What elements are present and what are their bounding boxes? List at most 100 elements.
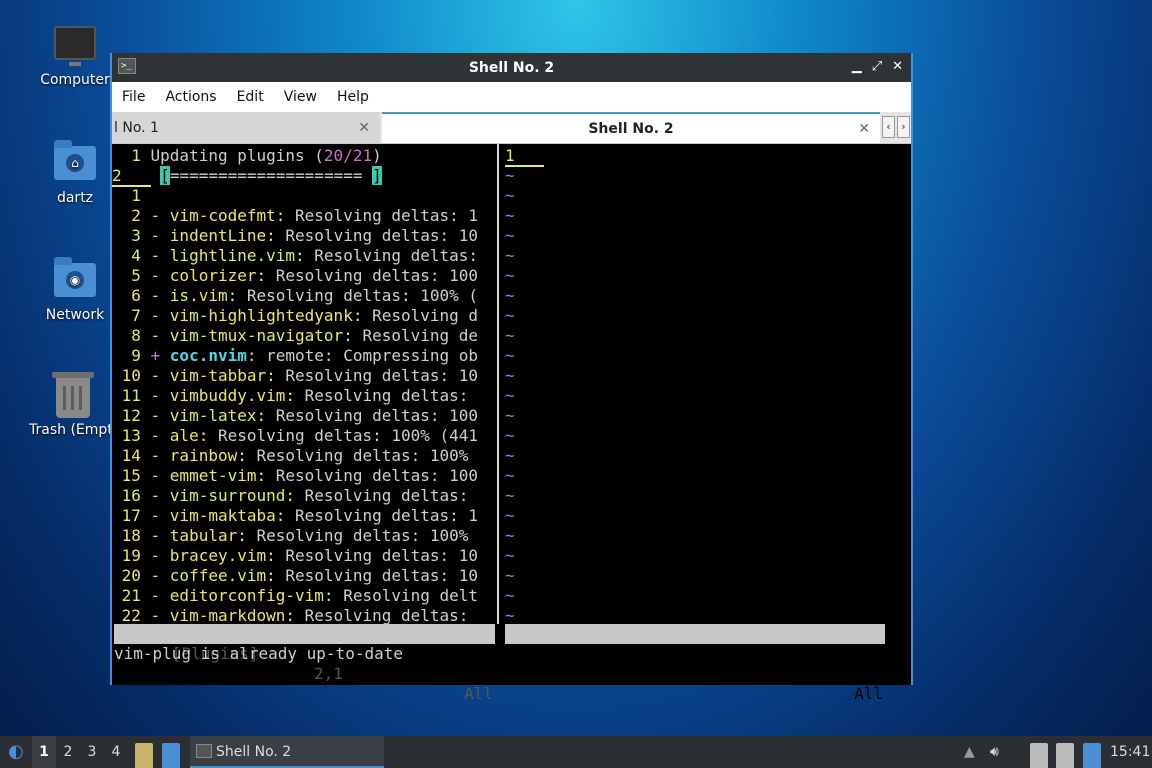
status-position: 0,0-1 <box>705 664 754 683</box>
vim-plugin-line: 7 - vim-highlightedyank: Resolving d <box>112 306 479 325</box>
terminal-area[interactable]: 1 Updating plugins (20/21) 2 [==========… <box>112 144 911 703</box>
menu-bar: File Actions Edit View Help <box>112 82 911 112</box>
tab-shell-2[interactable]: Shell No. 2 ✕ <box>382 112 880 143</box>
vim-empty-line-tilde: ~ <box>505 226 515 245</box>
computer-icon <box>53 22 97 66</box>
vim-empty-line-tilde: ~ <box>505 266 515 285</box>
close-tab-icon[interactable]: ✕ <box>358 120 370 136</box>
vim-empty-line-tilde: ~ <box>505 606 515 625</box>
vim-empty-line-tilde: ~ <box>505 186 515 205</box>
vim-plugin-line: 19 - bracey.vim: Resolving deltas: 10 <box>112 546 479 565</box>
status-filename: [No Name] <box>562 644 650 663</box>
file-manager-icon[interactable] <box>135 743 153 768</box>
window-titlebar[interactable]: >_ Shell No. 2 ▁ ⤢ ✕ <box>112 53 911 82</box>
vim-plugin-line: 21 - editorconfig-vim: Resolving delt <box>112 586 479 605</box>
vim-line-progress: 2 [==================== ] <box>112 166 382 187</box>
status-scroll: All <box>854 684 883 703</box>
vim-plugin-line: 4 - lightline.vim: Resolving deltas: <box>112 246 479 265</box>
tab-label: l No. 1 <box>114 119 159 136</box>
close-tab-icon[interactable]: ✕ <box>858 121 870 137</box>
menu-view[interactable]: View <box>284 89 317 105</box>
vim-empty-line-tilde: ~ <box>505 246 515 265</box>
volume-icon[interactable]: 🔊︎ <box>990 736 999 768</box>
taskbar-window-button[interactable]: Shell No. 2 <box>190 736 384 768</box>
vim-plugin-line: 16 - vim-surround: Resolving deltas: <box>112 486 469 505</box>
show-desktop-icon[interactable] <box>162 743 180 768</box>
menu-edit[interactable]: Edit <box>237 89 264 105</box>
window-controls: ▁ ⤢ ✕ <box>852 59 903 74</box>
vim-empty-line-tilde: ~ <box>505 506 515 525</box>
menu-actions[interactable]: Actions <box>165 89 216 105</box>
maximize-icon[interactable]: ⤢ <box>872 59 882 74</box>
vim-plugin-line: 13 - ale: Resolving deltas: 100% (441 <box>112 426 479 445</box>
taskbar: ◐ 1 2 3 4 Shell No. 2 ▲ 🔊︎ 15:41 <box>0 736 1152 768</box>
vim-plugin-line: 5 - colorizer: Resolving deltas: 100 <box>112 266 479 285</box>
tab-label: Shell No. 2 <box>588 120 674 137</box>
tray-up-icon[interactable]: ▲ <box>964 736 975 768</box>
vim-plugin-line: 20 - coffee.vim: Resolving deltas: 10 <box>112 566 479 585</box>
trash-icon <box>51 372 95 418</box>
vim-empty-line-tilde: ~ <box>505 286 515 305</box>
tab-scroll-left-icon[interactable]: ‹ <box>882 116 895 138</box>
vim-plugin-line: 8 - vim-tmux-navigator: Resolving de <box>112 326 479 345</box>
vim-plugin-line: 18 - tabular: Resolving deltas: 100% <box>112 526 469 545</box>
workspace-4[interactable]: 4 <box>104 736 128 768</box>
clipboard-icon[interactable] <box>1030 743 1048 768</box>
vim-empty-line-tilde: ~ <box>505 346 515 365</box>
workspace-2[interactable]: 2 <box>56 736 80 768</box>
vim-empty-line-tilde: ~ <box>505 526 515 545</box>
tab-bar: l No. 1 ✕ Shell No. 2 ✕ ‹ › <box>112 112 911 144</box>
close-icon[interactable]: ✕ <box>892 59 903 74</box>
workspace-1[interactable]: 1 <box>32 736 56 768</box>
vim-empty-line-tilde: ~ <box>505 566 515 585</box>
vim-empty-line-tilde: ~ <box>505 586 515 605</box>
clock[interactable]: 15:41 <box>1110 736 1150 768</box>
minimize-icon[interactable]: ▁ <box>852 59 862 74</box>
taskbar-window-label: Shell No. 2 <box>216 744 292 760</box>
vim-plugin-line: 3 - indentLine: Resolving deltas: 10 <box>112 226 479 245</box>
notification-icon[interactable] <box>1083 743 1101 768</box>
network-icon[interactable] <box>1056 743 1074 768</box>
vim-plugin-line: 14 - rainbow: Resolving deltas: 100% <box>112 446 469 465</box>
terminal-app-icon <box>196 744 212 758</box>
terminal-app-icon[interactable]: >_ <box>118 58 136 74</box>
desktop-icon-label: Trash (Empty) <box>29 422 113 438</box>
vim-plugin-line: 10 - vim-tabbar: Resolving deltas: 10 <box>112 366 479 385</box>
terminal-window: >_ Shell No. 2 ▁ ⤢ ✕ File Actions Edit V… <box>110 53 913 703</box>
vim-plugin-line: 2 - vim-codefmt: Resolving deltas: 1 <box>112 206 479 225</box>
start-menu-icon[interactable]: ◐ <box>4 736 28 768</box>
vim-empty-line-tilde: ~ <box>505 386 515 405</box>
vim-right-line-1: 1 <box>505 146 544 167</box>
tab-scroll-right-icon[interactable]: › <box>897 116 910 138</box>
vim-plugin-line: 11 - vimbuddy.vim: Resolving deltas: <box>112 386 469 405</box>
vim-command-line: vim-plug is already up-to-date <box>114 644 403 663</box>
window-title: Shell No. 2 <box>468 59 555 76</box>
vim-status-right: [No Name] 0,0-1 All <box>505 624 885 703</box>
vim-empty-line-tilde: ~ <box>505 446 515 465</box>
network-folder-icon: ◉ <box>53 257 97 301</box>
vim-vertical-split[interactable] <box>495 144 501 624</box>
vim-plugin-line: 1 <box>112 186 151 205</box>
workspace-3[interactable]: 3 <box>80 736 104 768</box>
vim-plugin-line: 15 - emmet-vim: Resolving deltas: 100 <box>112 466 479 485</box>
vim-plugin-line: 22 - vim-markdown: Resolving deltas: <box>112 606 469 625</box>
menu-file[interactable]: File <box>122 89 145 105</box>
vim-plugin-line: 9 + coc.nvim: remote: Compressing ob <box>112 346 479 365</box>
vim-plugin-line: 17 - vim-maktaba: Resolving deltas: 1 <box>112 506 479 525</box>
status-scroll: All <box>464 684 493 703</box>
vim-empty-line-tilde: ~ <box>505 366 515 385</box>
status-position: 2,1 <box>314 664 343 683</box>
vim-empty-line-tilde: ~ <box>505 206 515 225</box>
menu-help[interactable]: Help <box>337 89 369 105</box>
vim-empty-line-tilde: ~ <box>505 486 515 505</box>
tab-shell-1[interactable]: l No. 1 ✕ <box>112 112 380 143</box>
vim-empty-line-tilde: ~ <box>505 166 515 185</box>
home-folder-icon: ⌂ <box>53 140 97 184</box>
vim-empty-line-tilde: ~ <box>505 406 515 425</box>
vim-status-left: [Plugins] 2,1 All <box>114 624 495 703</box>
vim-plugin-line: 12 - vim-latex: Resolving deltas: 100 <box>112 406 479 425</box>
vim-empty-line-tilde: ~ <box>505 466 515 485</box>
vim-empty-line-tilde: ~ <box>505 426 515 445</box>
vim-empty-line-tilde: ~ <box>505 306 515 325</box>
vim-plugin-line: 6 - is.vim: Resolving deltas: 100% ( <box>112 286 479 305</box>
